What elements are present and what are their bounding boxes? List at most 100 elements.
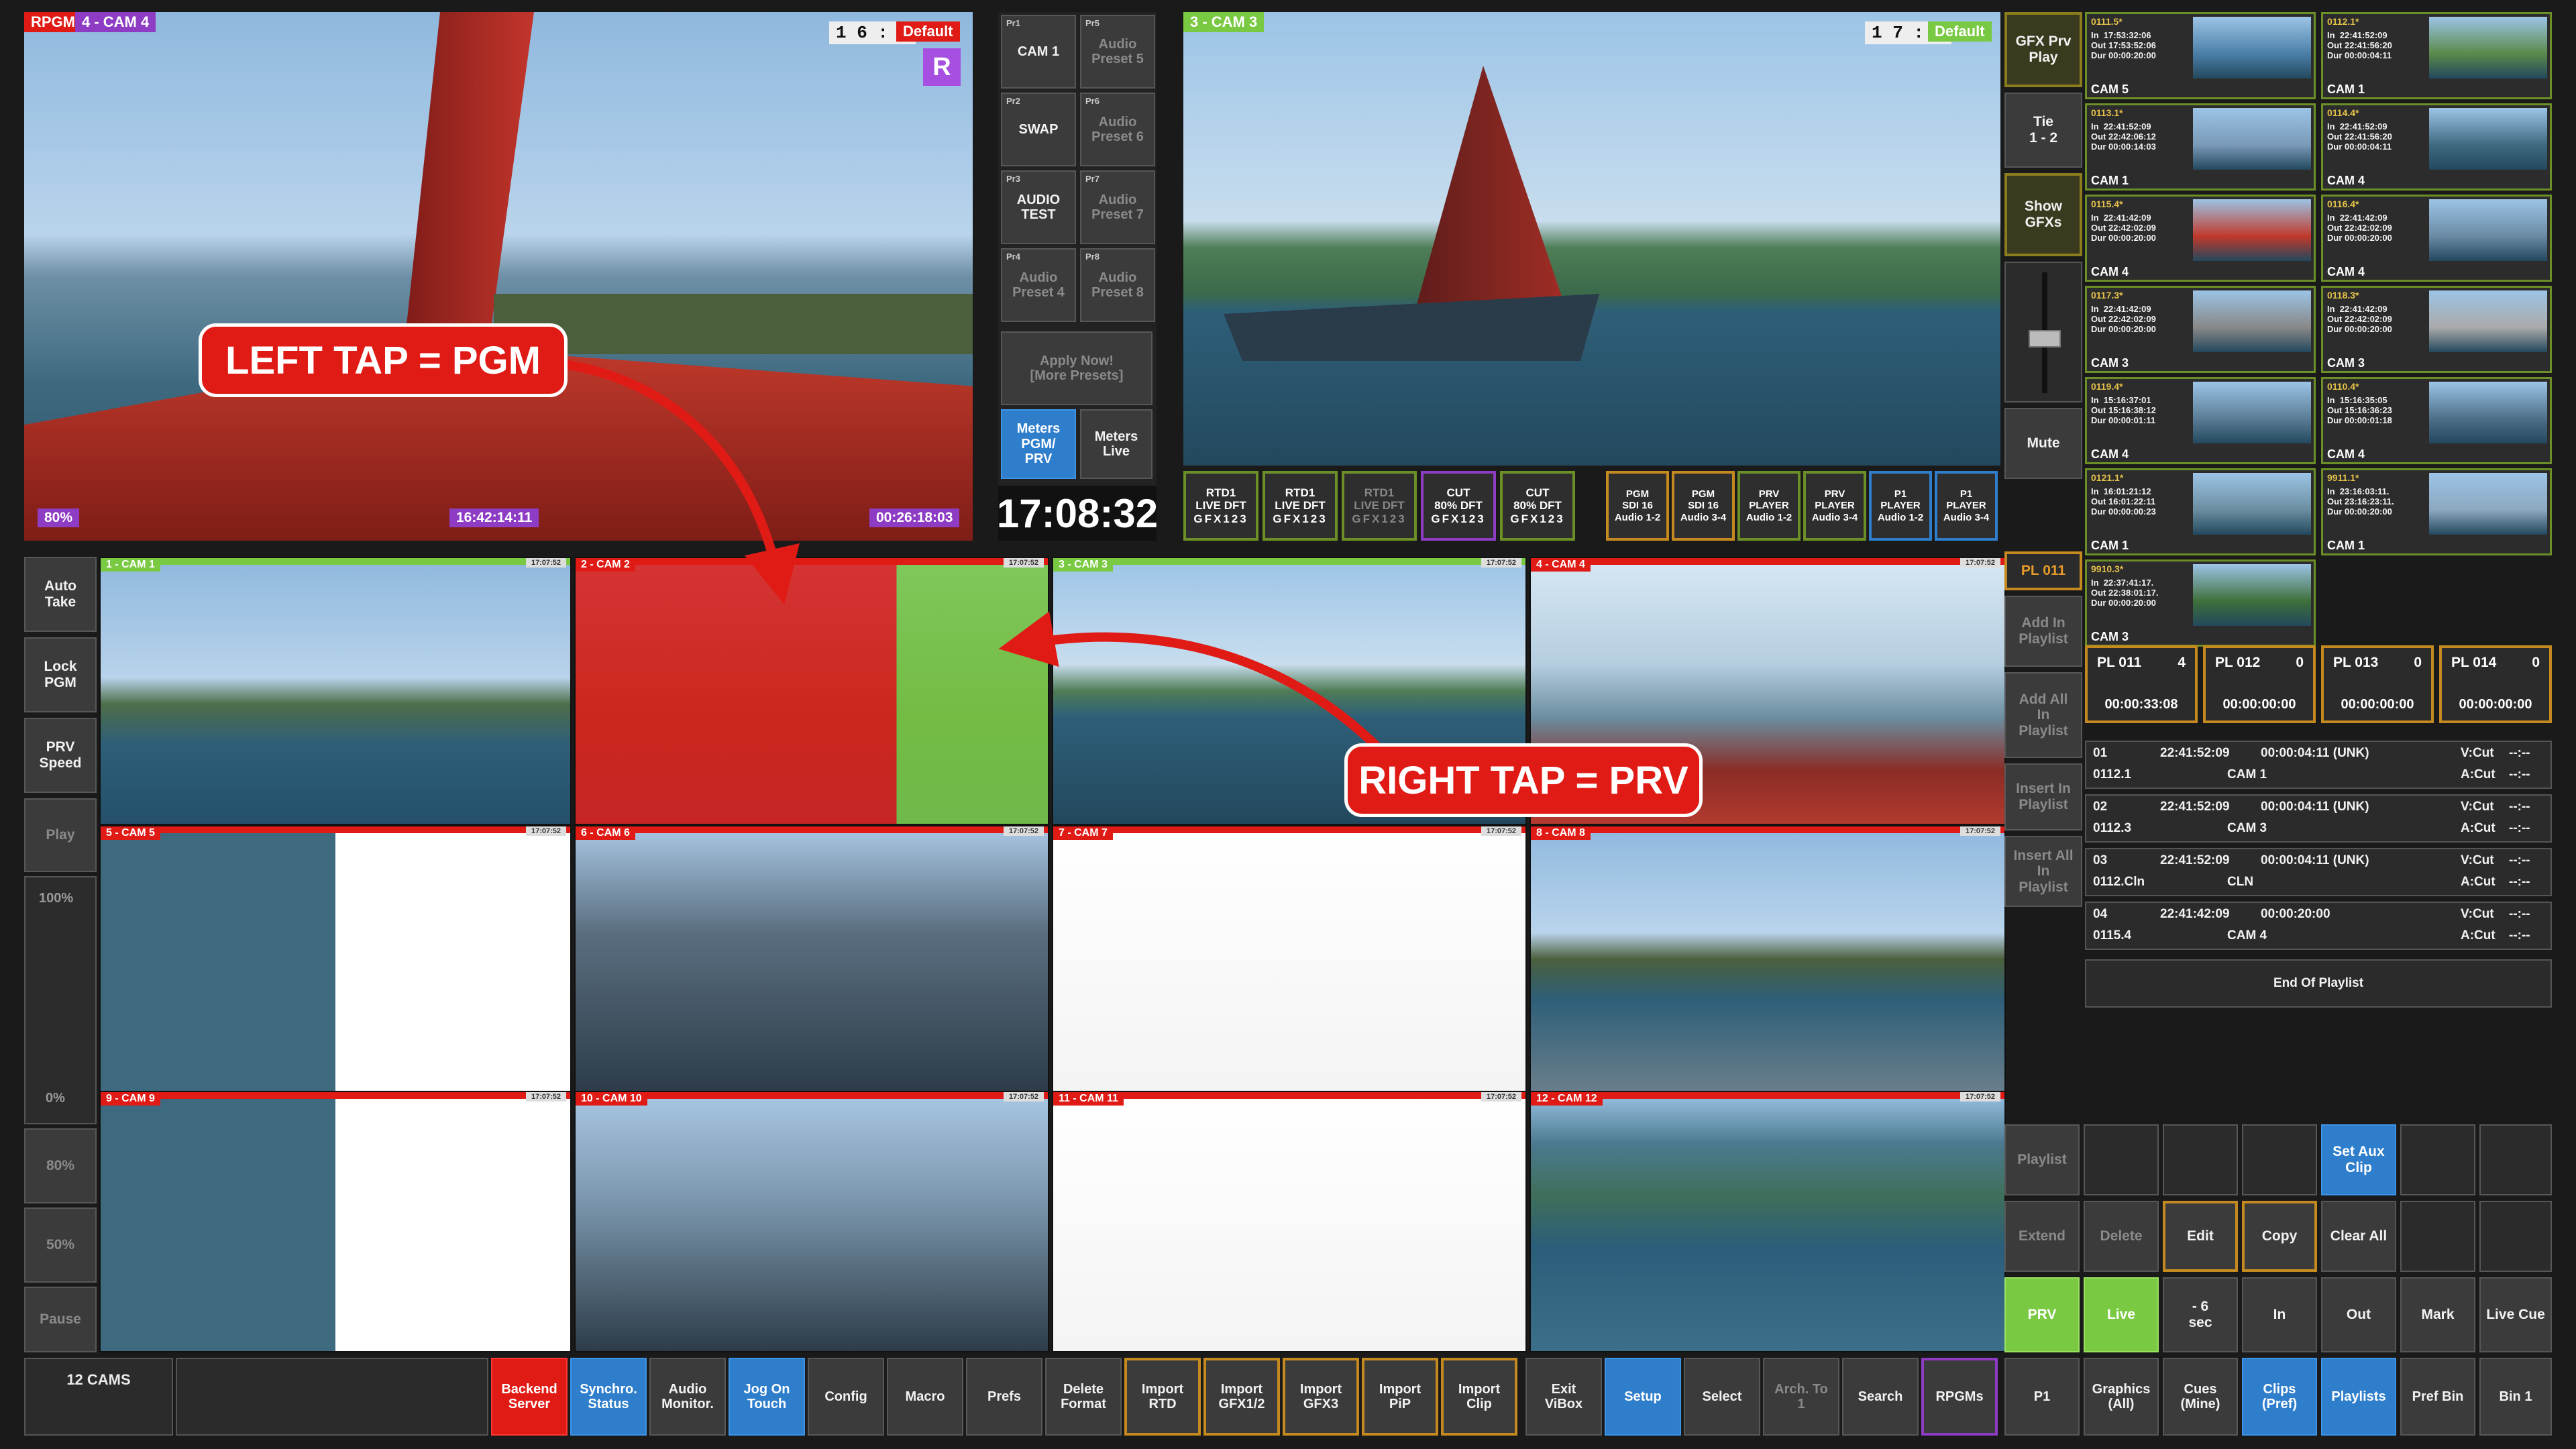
toolbar-button[interactable]: Delete Format [1045,1358,1122,1436]
clip-thumbnail[interactable]: 0112.1* In 22:41:52:09 Out 22:41:56:20 Du… [2321,12,2552,99]
playlist-tab[interactable]: PL 013 0 00:00:00:00 [2321,645,2434,723]
clip-thumbnail[interactable]: 0113.1* In 22:41:52:09 Out 22:42:06:12 Du… [2085,103,2316,191]
bin-button[interactable]: Graphics (All) [2084,1358,2159,1436]
camera-tile[interactable]: 1 - CAM 1 17:07:52 [99,557,572,825]
add-all-in-playlist-button[interactable]: Add All In Playlist [2004,672,2082,758]
toolbar-button[interactable]: Synchro. Status [570,1358,647,1436]
preset-button[interactable]: Pr8 Audio Preset 8 [1080,248,1155,322]
mark-button[interactable]: Mark [2400,1277,2475,1352]
audio-route-button[interactable]: PRV PLAYER Audio 3-4 [1803,471,1866,541]
preset-button[interactable]: Pr3 AUDIO TEST [1001,170,1076,244]
preset-button[interactable]: Pr5 Audio Preset 5 [1080,15,1155,89]
set-aux-clip-button[interactable]: Set Aux Clip [2321,1124,2396,1195]
audio-route-button[interactable]: P1 PLAYER Audio 3-4 [1935,471,1998,541]
clip-thumbnail[interactable]: 9910.3* In 22:37:41:17. Out 22:38:01:17. … [2085,559,2316,647]
show-gfx-button[interactable]: Show GFXs [2004,173,2082,256]
playlist-item[interactable]: 02 22:41:52:09 00:00:04:11 (UNK) V:Cut --:--… [2085,794,2552,843]
camera-tile[interactable]: 10 - CAM 10 17:07:52 [574,1091,1049,1352]
toolbar-button[interactable]: Import Clip [1441,1358,1517,1436]
auto-take-button[interactable]: Auto Take [24,557,97,632]
rtd-button[interactable]: CUT 80% DFT GFX123 [1421,471,1496,541]
preset-button[interactable]: Pr1 CAM 1 [1001,15,1076,89]
tie-button[interactable]: Tie 1 - 2 [2004,93,2082,168]
toolbar-button[interactable]: Select [1684,1358,1760,1436]
toolbar-button[interactable]: Audio Monitor. [649,1358,726,1436]
pause-button[interactable]: Pause [24,1287,97,1352]
camera-tile[interactable]: 5 - CAM 5 17:07:52 [99,825,572,1093]
toolbar-button[interactable]: Macro [887,1358,963,1436]
preset-button[interactable]: Pr6 Audio Preset 6 [1080,93,1155,166]
audio-route-button[interactable]: PGM SDI 16 Audio 3-4 [1672,471,1735,541]
clip-thumbnail[interactable]: 9911.1* In 23:16:03:11. Out 23:16:23:11. … [2321,468,2552,555]
gfx-fader[interactable] [2004,262,2082,402]
pgm-monitor[interactable]: RPGM1 4 - CAM 4 1 6 : 4 Default R 80% 16… [24,12,973,541]
camera-tile[interactable]: 11 - CAM 11 17:07:52 [1052,1091,1527,1352]
toolbar-button[interactable]: Exit ViBox [1525,1358,1602,1436]
rtd-button[interactable]: RTD1 LIVE DFT GFX123 [1342,471,1417,541]
fader-handle[interactable] [2029,330,2061,347]
gfx-prv-play-button[interactable]: GFX Prv Play [2004,12,2082,87]
prv-speed-button[interactable]: PRV Speed [24,718,97,793]
clip-thumbnail[interactable]: 0115.4* In 22:41:42:09 Out 22:42:02:09 Du… [2085,195,2316,282]
camera-tile[interactable]: 7 - CAM 7 17:07:52 [1052,825,1527,1093]
toolbar-button[interactable]: Backend Server [491,1358,568,1436]
lock-pgm-button[interactable]: Lock PGM [24,637,97,712]
delete-button[interactable]: Delete [2084,1201,2159,1272]
add-in-playlist-button[interactable]: Add In Playlist [2004,596,2082,667]
playlist-button[interactable]: Playlist [2004,1124,2080,1195]
minus-6-sec-button[interactable]: - 6 sec [2163,1277,2238,1352]
preset-button[interactable]: Pr7 Audio Preset 7 [1080,170,1155,244]
audio-route-button[interactable]: PGM SDI 16 Audio 1-2 [1606,471,1669,541]
bin-button[interactable]: Bin 1 [2479,1358,2552,1436]
toolbar-button[interactable]: Jog On Touch [729,1358,805,1436]
meters-live-button[interactable]: Meters Live [1080,409,1152,479]
meters-pgm-button[interactable]: Meters PGM/ PRV [1001,409,1076,479]
rec-badge[interactable]: R [923,48,961,86]
toolbar-button[interactable]: Import RTD [1124,1358,1201,1436]
rtd-button[interactable]: RTD1 LIVE DFT GFX123 [1263,471,1338,541]
toolbar-button[interactable]: Search [1842,1358,1919,1436]
audio-route-button[interactable]: P1 PLAYER Audio 1-2 [1869,471,1932,541]
pl011-button[interactable]: PL 011 [2004,551,2082,590]
toolbar-button[interactable]: Prefs [966,1358,1042,1436]
toolbar-button[interactable]: Import PiP [1362,1358,1438,1436]
preset-button[interactable]: Pr4 Audio Preset 4 [1001,248,1076,322]
prv-monitor[interactable]: 3 - CAM 3 1 7 : 0 Default [1183,12,2000,466]
clip-thumbnail[interactable]: 0110.4* In 15:16:35:05 Out 15:16:36:23 Du… [2321,377,2552,464]
bin-button[interactable]: P1 [2004,1358,2080,1436]
clip-thumbnail[interactable]: 0116.4* In 22:41:42:09 Out 22:42:02:09 Du… [2321,195,2552,282]
prv-button[interactable]: PRV [2004,1277,2080,1352]
clip-thumbnail[interactable]: 0119.4* In 15:16:37:01 Out 15:16:38:12 Du… [2085,377,2316,464]
camera-tile[interactable]: 12 - CAM 12 17:07:52 [1529,1091,2006,1352]
toolbar-button[interactable]: Import GFX3 [1283,1358,1359,1436]
speed-slider[interactable]: 100% 0% [24,876,97,1124]
clear-all-button[interactable]: Clear All [2321,1201,2396,1272]
clip-thumbnail[interactable]: 0111.5* In 17:53:32:06 Out 17:53:52:06 Du… [2085,12,2316,99]
speed-80-button[interactable]: 80% [24,1128,97,1203]
camera-tile[interactable]: 8 - CAM 8 17:07:52 [1529,825,2006,1093]
playlist-item[interactable]: 04 22:41:42:09 00:00:20:00 V:Cut --:-- 0115.4… [2085,902,2552,950]
live-button[interactable]: Live [2084,1277,2159,1352]
bin-button[interactable]: Playlists [2321,1358,2396,1436]
camera-tile[interactable]: 9 - CAM 9 17:07:52 [99,1091,572,1352]
edit-button[interactable]: Edit [2163,1201,2238,1272]
apply-now-button[interactable]: Apply Now! [More Presets] [1001,331,1152,405]
playlist-item[interactable]: 03 22:41:52:09 00:00:04:11 (UNK) V:Cut --:--… [2085,848,2552,896]
clip-thumbnail[interactable]: 0118.3* In 22:41:42:09 Out 22:42:02:09 Du… [2321,286,2552,373]
audio-route-button[interactable]: PRV PLAYER Audio 1-2 [1737,471,1801,541]
toolbar-button[interactable]: Setup [1605,1358,1681,1436]
play-button[interactable]: Play [24,798,97,872]
clip-thumbnail[interactable]: 0117.3* In 22:41:42:09 Out 22:42:02:09 Du… [2085,286,2316,373]
clip-thumbnail[interactable]: 0121.1* In 16:01:21:12 Out 16:01:22:11 Du… [2085,468,2316,555]
copy-button[interactable]: Copy [2242,1201,2317,1272]
extend-button[interactable]: Extend [2004,1201,2080,1272]
live-cue-button[interactable]: Live Cue [2479,1277,2552,1352]
out-button[interactable]: Out [2321,1277,2396,1352]
toolbar-button[interactable]: Arch. To 1 [1763,1358,1839,1436]
toolbar-button[interactable]: RPGMs [1921,1358,1998,1436]
playlist-item[interactable]: 01 22:41:52:09 00:00:04:11 (UNK) V:Cut --:--… [2085,741,2552,789]
bin-button[interactable]: Clips (Pref) [2242,1358,2317,1436]
speed-50-button[interactable]: 50% [24,1208,97,1283]
rtd-button[interactable]: RTD1 LIVE DFT GFX123 [1183,471,1258,541]
bin-button[interactable]: Pref Bin [2400,1358,2475,1436]
